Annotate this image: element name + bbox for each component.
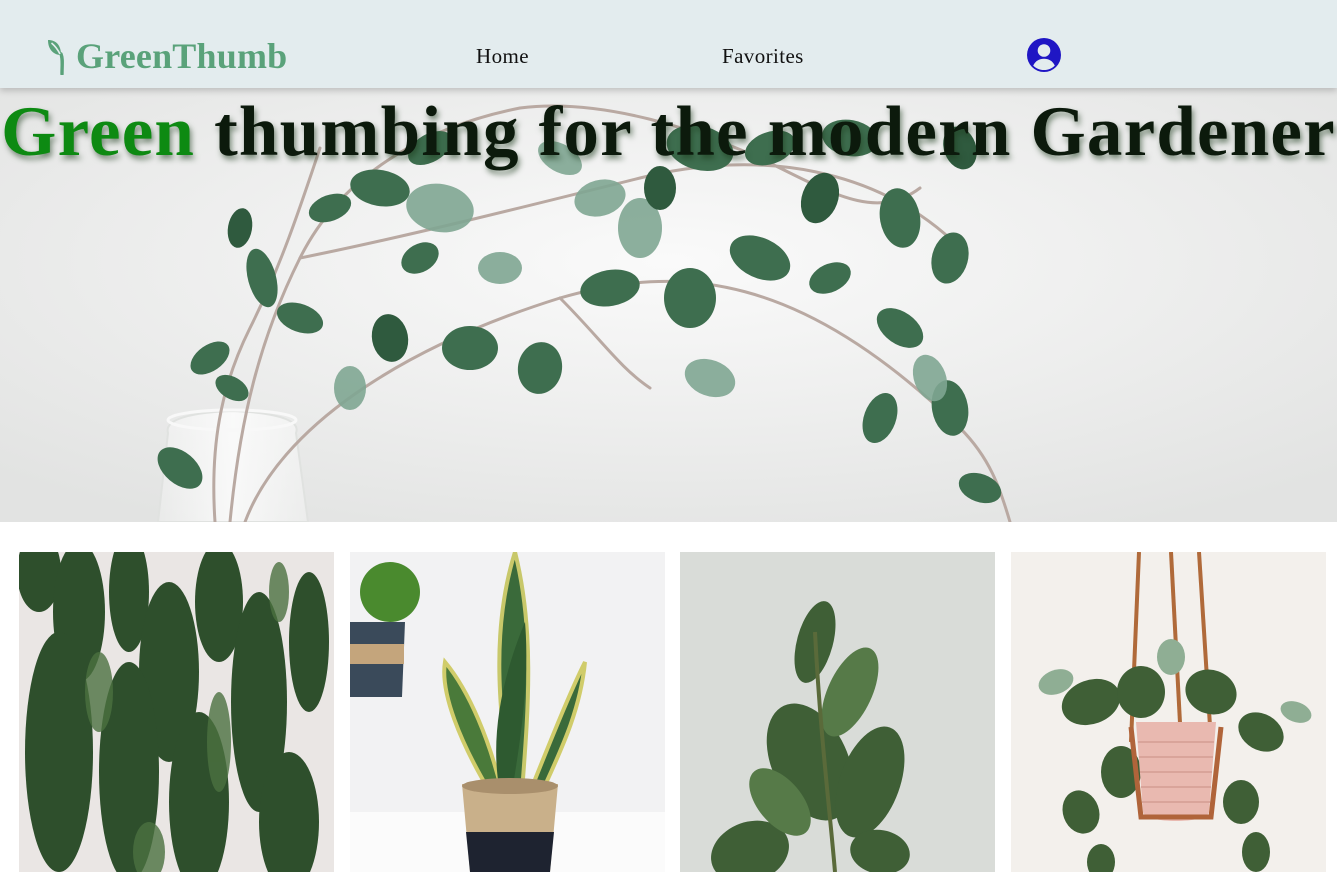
nav-home-link[interactable]: Home [476,44,529,68]
plant-card-ivy[interactable] [19,552,334,872]
hero-banner: Green thumbing for the modern Gardener [0,88,1337,522]
plant-card-hanging-pothos[interactable] [1011,552,1326,872]
brand-name: GreenThumb [76,36,288,76]
rubber-plant-image [680,552,995,872]
user-circle-icon[interactable] [1026,37,1062,73]
sprout-icon [48,40,64,75]
navbar: GreenThumb Home Favorites [0,0,1337,88]
hanging-pothos-image [1011,552,1326,872]
plant-card-rubber-plant[interactable] [680,552,995,872]
snake-plant-image [350,552,665,872]
ivy-wall-image [19,552,334,872]
brand-logo-link[interactable]: GreenThumb [46,36,287,76]
plant-card-snake-plant[interactable] [350,552,665,872]
hero-title-rest: thumbing for the modern Gardener [214,93,1336,171]
hero-title: Green thumbing for the modern Gardener [0,92,1337,172]
hero-title-accent: Green [1,93,196,171]
nav-favorites-link[interactable]: Favorites [722,44,804,68]
